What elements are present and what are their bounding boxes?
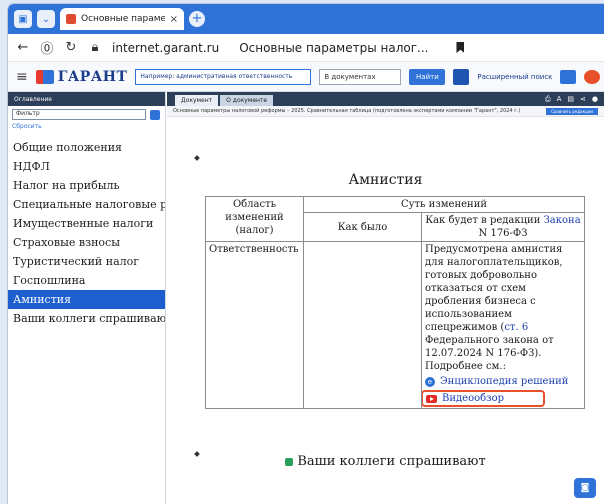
encyclopedia-link[interactable]: e Энциклопедия решений xyxy=(425,375,581,388)
tab-document[interactable]: Документ xyxy=(175,95,219,106)
filter-icon[interactable] xyxy=(150,109,160,120)
hamburger-icon[interactable]: ≡ xyxy=(16,69,28,85)
garant-toolbar: ≡ ГАРАНТ Например: административная отве… xyxy=(8,62,604,92)
app-menu-icon[interactable]: ▣ xyxy=(14,10,32,28)
user-icon[interactable] xyxy=(584,69,601,84)
save-icon[interactable]: ▤ xyxy=(567,95,574,103)
font-size-icon[interactable]: A xyxy=(557,95,562,103)
garant-favicon-icon xyxy=(66,14,76,24)
toc-filter-input[interactable]: Фильтр xyxy=(12,109,146,120)
video-icon xyxy=(426,394,437,403)
sidebar-item[interactable]: Страховые взносы xyxy=(8,233,165,252)
info-icon[interactable]: ● xyxy=(592,95,598,103)
table-row: Ответственность Предусмотрена амнистия д… xyxy=(205,241,585,409)
advanced-search-link[interactable]: Расширенный поиск xyxy=(477,73,552,81)
sidebar-item[interactable]: Туристический налог xyxy=(8,252,165,271)
chat-icon: ◙ xyxy=(580,483,590,493)
document-scope-select[interactable]: В документах xyxy=(319,68,402,85)
sidebar-item[interactable]: Амнистия xyxy=(8,290,165,309)
section-heading: Амнистия xyxy=(348,172,423,188)
video-review-link[interactable]: Видеообзор xyxy=(421,390,545,407)
find-button[interactable]: Найти xyxy=(409,68,446,85)
table-cell-area: Ответственность xyxy=(205,241,304,409)
sidebar-item[interactable]: НДФЛ xyxy=(8,157,165,176)
close-icon[interactable]: × xyxy=(170,14,178,25)
colleagues-heading: Ваши коллеги спрашивают xyxy=(167,454,604,469)
toc-list: Общие положения НДФЛ Налог на прибыль Специ… xyxy=(8,138,165,328)
address-bar: ← ⓪ ↻ 🔒︎ internet.garant.ru Основные пар… xyxy=(8,34,604,62)
sidebar-item[interactable]: Имущественные налоги xyxy=(8,214,165,233)
table-header-before: Как было xyxy=(303,212,422,242)
chevron-down-icon[interactable]: ⌄ xyxy=(37,10,55,28)
bookmark-icon[interactable] xyxy=(456,42,465,53)
sidebar-item[interactable]: Ваши коллеги спрашиваю xyxy=(8,309,165,328)
browser-window: ▣ ⌄ Основные параметры × + ← ⓪ ↻ 🔒︎ inte… xyxy=(8,4,604,504)
sidebar-item[interactable]: Госпошлина xyxy=(8,271,165,290)
garant-logo[interactable]: ГАРАНТ xyxy=(35,69,128,85)
table-cell-before xyxy=(303,241,422,409)
new-tab-button[interactable]: + xyxy=(189,11,205,27)
tab-about-document[interactable]: О документе xyxy=(220,95,274,106)
sidebar-item[interactable]: Общие положения xyxy=(8,138,165,157)
extended-search-icon[interactable] xyxy=(453,68,470,85)
document-breadcrumb: Основные параметры налоговой реформы – 2… xyxy=(167,106,604,117)
reload-icon[interactable]: ↻ xyxy=(64,40,78,55)
browser-tab[interactable]: Основные параметры × xyxy=(60,8,184,30)
table-header-area: Область изменений (налог) xyxy=(205,196,304,242)
section-icon xyxy=(285,457,294,466)
page-title: Основные параметры налог... xyxy=(239,40,429,55)
grid-icon[interactable] xyxy=(560,69,577,84)
article-link[interactable]: ст. 6 xyxy=(504,322,528,333)
toc-header: Оглавление xyxy=(8,92,165,106)
shield-icon[interactable]: ⓪ xyxy=(40,38,54,57)
tab-strip: ▣ ⌄ Основные параметры × + xyxy=(8,4,604,34)
back-icon[interactable]: ← xyxy=(16,40,30,55)
document-tabs: Документ О документе ⎙ A ▤ ⋖ ● xyxy=(167,92,604,106)
lock-icon: 🔒︎ xyxy=(91,40,99,55)
sidebar-item[interactable]: Специальные налоговые р xyxy=(8,195,165,214)
toc-reset-link[interactable]: Сбросить xyxy=(8,123,165,138)
compare-editions-button[interactable]: Сравнить редакции xyxy=(546,108,598,115)
comparison-table: Область изменений (налог) Суть изменений… xyxy=(205,196,585,409)
bookmark-marker-icon[interactable] xyxy=(194,155,200,161)
garant-logo-icon xyxy=(35,69,54,84)
law-link[interactable]: Закона xyxy=(544,215,581,226)
tab-title: Основные параметры xyxy=(81,14,165,24)
print-icon[interactable]: ⎙ xyxy=(545,95,551,104)
chat-button[interactable]: ◙ xyxy=(574,478,596,498)
share-icon[interactable]: ⋖ xyxy=(580,95,586,103)
sidebar-item[interactable]: Налог на прибыль xyxy=(8,176,165,195)
search-input[interactable]: Например: административная ответственнос… xyxy=(135,68,312,85)
encyclopedia-icon: e xyxy=(425,376,435,387)
document-viewer: Документ О документе ⎙ A ▤ ⋖ ● Основные … xyxy=(167,92,604,504)
table-header-changes: Суть изменений xyxy=(303,196,585,213)
table-header-after: Как будет в редакции Закона N 176-ФЗ xyxy=(421,212,585,242)
url-field[interactable]: internet.garant.ru xyxy=(112,41,219,55)
table-cell-after: Предусмотрена амнистия для налогоплатель… xyxy=(421,241,585,409)
table-of-contents: Оглавление Фильтр Сбросить Общие положен… xyxy=(8,92,166,504)
